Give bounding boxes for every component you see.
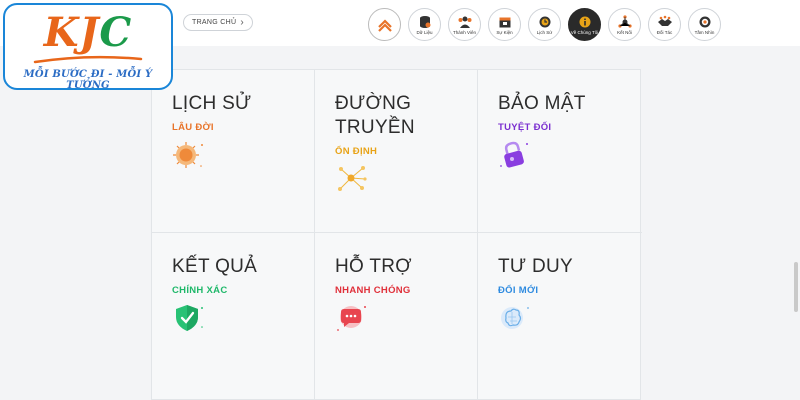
feature-title: HỖ TRỢ xyxy=(335,256,412,277)
top-nav: Dữ Liệu Thành Viên Sự Kiện Lịch Sử Về Ch… xyxy=(368,8,721,41)
feature-title: LỊCH SỬ xyxy=(172,93,252,114)
handshake-icon xyxy=(657,15,673,29)
brain-icon xyxy=(501,307,529,329)
target-icon xyxy=(697,15,713,29)
feature-subtitle: LÂU ĐỜI xyxy=(172,122,214,133)
feature-subtitle: NHANH CHÓNG xyxy=(335,285,411,296)
padlock-icon xyxy=(500,141,528,168)
feature-card-ket-qua: KẾT QUẢ CHÍNH XÁC xyxy=(152,233,315,400)
nav-item-ket-noi[interactable]: Kết Nối xyxy=(608,8,641,41)
nav-item-doi-tac[interactable]: Đối Tác xyxy=(648,8,681,41)
nav-item-du-lieu[interactable]: Dữ Liệu xyxy=(408,8,441,41)
breadcrumb[interactable]: TRANG CHỦ › xyxy=(183,14,253,31)
feature-card-lich-su: LỊCH SỬ LÂU ĐỜI xyxy=(152,70,315,233)
nav-item-thanh-vien[interactable]: Thành Viên xyxy=(448,8,481,41)
users-icon xyxy=(457,15,473,29)
chat-bubble-icon xyxy=(337,306,366,331)
site-logo[interactable]: KJC MỖI BƯỚC ĐI - MỖI Ý TƯỞNG xyxy=(3,3,173,91)
scrollbar-thumb[interactable] xyxy=(794,262,798,312)
network-icon xyxy=(617,14,633,29)
feature-card-duong-truyen: ĐƯỜNG TRUYỀN ỔN ĐỊNH xyxy=(315,70,478,233)
feature-title: BẢO MẬT xyxy=(498,93,586,114)
feature-subtitle: ĐỔI MỚI xyxy=(498,285,539,296)
nav-item-tam-nhin[interactable]: Tầm Nhìn xyxy=(688,8,721,41)
network-nodes-icon xyxy=(338,166,367,191)
calendar-icon xyxy=(497,15,513,29)
nav-item-ve-chung-toi[interactable]: Về Chúng Tôi xyxy=(568,8,601,41)
breadcrumb-home[interactable]: TRANG CHỦ xyxy=(192,19,236,26)
shield-check-icon xyxy=(176,305,203,331)
features-grid: LỊCH SỬ LÂU ĐỜI ĐƯỜNG TRUYỀN ỔN ĐỊNH BẢO… xyxy=(151,69,642,400)
feature-title: ĐƯỜNG TRUYỀN xyxy=(335,93,415,138)
feature-card-ho-tro: HỖ TRỢ NHANH CHÓNG xyxy=(315,233,478,400)
logo-slogan: MỖI BƯỚC ĐI - MỖI Ý TƯỞNG xyxy=(23,69,153,91)
nav-item-top[interactable] xyxy=(368,8,401,41)
logo-swoosh-icon xyxy=(33,55,143,64)
chevron-up-icon xyxy=(377,18,393,32)
feature-card-tu-duy: TƯ DUY ĐỔI MỚI xyxy=(478,233,642,400)
feature-subtitle: TUYỆT ĐỐI xyxy=(498,122,552,133)
logo-wordmark: KJC xyxy=(43,9,133,56)
feature-card-bao-mat: BẢO MẬT TUYỆT ĐỐI xyxy=(478,70,642,233)
feature-subtitle: CHÍNH XÁC xyxy=(172,285,228,296)
nav-item-su-kien[interactable]: Sự Kiện xyxy=(488,8,521,41)
feature-title: TƯ DUY xyxy=(498,256,574,277)
clock-icon xyxy=(537,15,553,29)
info-icon xyxy=(577,15,593,29)
sun-icon xyxy=(173,142,203,168)
feature-title: KẾT QUẢ xyxy=(172,256,258,277)
nav-item-lich-su[interactable]: Lịch Sử xyxy=(528,8,561,41)
feature-subtitle: ỔN ĐỊNH xyxy=(335,146,378,157)
chevron-right-icon: › xyxy=(240,16,244,28)
database-icon xyxy=(417,15,433,29)
